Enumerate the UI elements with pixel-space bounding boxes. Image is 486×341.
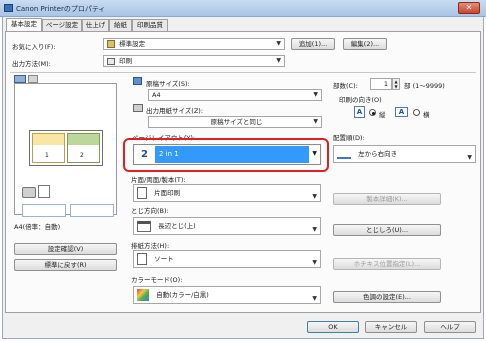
- page-layout-value: 2 in 1: [155, 146, 309, 163]
- preview-toggle-icon[interactable]: [14, 75, 26, 83]
- copies-label: 部数(C):: [333, 82, 358, 90]
- sort-icon: [137, 253, 147, 265]
- page-order-label: 配置順(D):: [333, 134, 365, 142]
- favorites-icon: [107, 40, 115, 48]
- color-settings-button[interactable]: 色調の設定(E)...: [333, 291, 441, 303]
- chevron-down-icon: ▼: [312, 150, 317, 157]
- page-layout-icon: 2: [135, 146, 154, 163]
- chevron-down-icon: ▼: [312, 295, 317, 302]
- chevron-down-icon: ▼: [276, 57, 281, 64]
- chevron-down-icon: ▼: [312, 193, 317, 200]
- preview-page-1: 1: [32, 133, 65, 163]
- page-order-value: 左から右向き: [358, 150, 398, 158]
- color-mode-dropdown[interactable]: 自動(カラー/白黒) ▼: [133, 286, 321, 304]
- chevron-down-icon: ▼: [313, 118, 318, 125]
- restore-defaults-button[interactable]: 標準に戻す(R): [14, 259, 117, 271]
- binding-label: とじ方向(B):: [131, 207, 169, 215]
- tab-print-quality[interactable]: 印刷品質: [132, 19, 168, 31]
- paper-info-text: A4(倍率：自動): [14, 223, 61, 231]
- original-size-value: A4: [152, 91, 161, 99]
- tab-basic-settings[interactable]: 基本設定: [6, 18, 42, 32]
- output-value: ソート: [154, 255, 174, 263]
- single-sided-icon: [137, 187, 147, 199]
- window-title: Canon Printerのプロパティ: [16, 5, 106, 13]
- duplex-value: 片面印刷: [154, 189, 181, 197]
- chevron-down-icon: ▼: [313, 91, 318, 98]
- landscape-radio[interactable]: [413, 109, 420, 116]
- tab-paper-source[interactable]: 給紙: [109, 19, 132, 31]
- output-method-label: 出力方法(M):: [12, 60, 51, 68]
- preview-sheet: 1 2: [29, 130, 103, 166]
- favorites-value: 標準設定: [119, 40, 146, 48]
- duplex-dropdown[interactable]: 片面印刷 ▼: [133, 184, 321, 202]
- output-mode-icon-1[interactable]: [22, 204, 66, 217]
- original-size-label: 原稿サイズ(S):: [146, 80, 190, 88]
- copies-input[interactable]: 1: [370, 78, 392, 90]
- duplex-label: 片面/両面/製本(T):: [131, 176, 186, 184]
- long-edge-top-icon: [137, 220, 151, 232]
- preview-page-2: 2: [67, 133, 100, 163]
- binding-value: 長辺とじ(上): [158, 222, 196, 230]
- original-size-dropdown[interactable]: A4 ▼: [148, 89, 322, 101]
- copies-range: 部 (1〜9999): [404, 82, 445, 90]
- output-dropdown[interactable]: ソート ▼: [133, 250, 321, 268]
- output-size-label: 出力用紙サイズ(Z):: [146, 107, 204, 115]
- copies-spinner[interactable]: ▲ ▼: [392, 78, 400, 90]
- radio-dot: [371, 111, 375, 115]
- original-size-icon: [133, 77, 142, 85]
- output-mode-icon-2[interactable]: [70, 204, 114, 217]
- cancel-button[interactable]: キャンセル: [365, 321, 417, 333]
- page-order-dropdown[interactable]: 左から右向き ▼: [333, 145, 476, 163]
- portrait-radio[interactable]: [369, 109, 376, 116]
- favorites-dropdown[interactable]: 標準設定 ▼: [103, 38, 285, 50]
- print-icon: [107, 57, 115, 65]
- chevron-down-icon: ▼: [467, 154, 472, 161]
- close-button[interactable]: ✕: [458, 2, 480, 14]
- printer-icon: [4, 4, 13, 12]
- printer-icon: [22, 187, 36, 198]
- color-mode-value: 自動(カラー/白黒): [156, 291, 209, 299]
- help-button[interactable]: ヘルプ: [424, 321, 476, 333]
- chevron-down-icon: ▼: [312, 226, 317, 233]
- tab-finishing[interactable]: 仕上げ: [82, 19, 109, 31]
- portrait-icon: A: [354, 106, 365, 118]
- binding-dropdown[interactable]: 長辺とじ(上) ▼: [133, 217, 321, 235]
- output-label: 排紙方法(H):: [131, 242, 170, 250]
- color-auto-icon: [137, 289, 149, 301]
- printer-view-icon[interactable]: [28, 75, 38, 83]
- output-size-icon: [133, 104, 143, 112]
- arrow-right-icon: [337, 150, 351, 159]
- bookbinding-detail-button[interactable]: 製本詳細(K)...: [333, 193, 441, 205]
- output-size-value: 原稿サイズと同じ: [210, 118, 263, 126]
- page-layout-dropdown[interactable]: 2 2 in 1 ▼: [133, 144, 321, 165]
- orientation-label: 印刷の向き(O): [339, 96, 382, 104]
- landscape-icon: A: [395, 107, 408, 117]
- add-favorite-button[interactable]: 追加(1)...: [291, 38, 335, 50]
- color-mode-label: カラーモード(O):: [131, 276, 183, 284]
- favorites-label: お気に入り(F):: [12, 43, 56, 51]
- title-bar: Canon Printerのプロパティ ✕: [0, 0, 486, 17]
- divider: [10, 72, 476, 73]
- staple-position-button[interactable]: ホチキス位置指定(L)...: [333, 258, 441, 270]
- chevron-down-icon: ▼: [276, 40, 281, 47]
- output-method-value: 印刷: [119, 57, 133, 65]
- ok-button[interactable]: OK: [307, 321, 359, 333]
- tab-page-settings[interactable]: ページ設定: [42, 19, 82, 31]
- confirm-settings-button[interactable]: 設定確認(V): [14, 243, 117, 255]
- chevron-down-icon: ▼: [312, 259, 317, 266]
- paper-stack-icon: [38, 185, 50, 198]
- output-method-dropdown[interactable]: 印刷 ▼: [103, 55, 285, 67]
- edit-favorite-button[interactable]: 編集(2)...: [343, 38, 387, 50]
- landscape-label: 横: [423, 111, 430, 119]
- portrait-label: 縦: [379, 111, 386, 119]
- binding-margin-button[interactable]: とじしろ(U)...: [333, 224, 441, 236]
- output-size-dropdown[interactable]: 原稿サイズと同じ ▼: [148, 116, 322, 128]
